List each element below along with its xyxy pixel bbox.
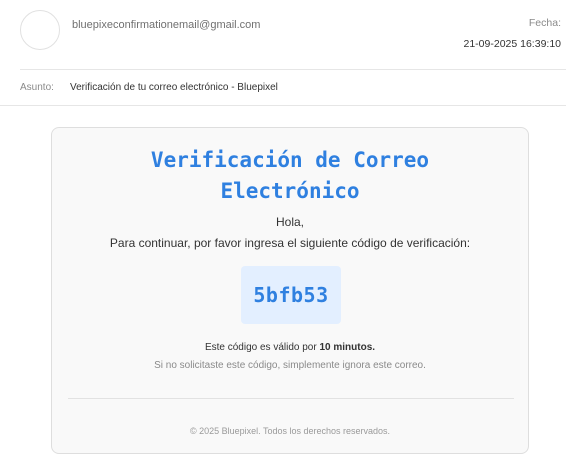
footer-copyright: © 2025 Bluepixel. Todos los derechos res… bbox=[189, 426, 391, 436]
verification-code[interactable]: 5bfb53 bbox=[253, 283, 328, 307]
email-title-line-2: Electrónico bbox=[220, 179, 360, 203]
verification-code-box[interactable]: 5bfb53 bbox=[241, 266, 341, 324]
subject-label: Asunto: bbox=[20, 82, 54, 93]
validity-text: Este código es válido por 10 minutos. bbox=[52, 342, 528, 353]
validity-prefix: Este código es válido por bbox=[204, 342, 320, 353]
validity-duration: 10 minutos. bbox=[319, 342, 376, 353]
greeting-text: Hola, bbox=[275, 215, 304, 229]
date-value: 21-09-2025 16:39:10 bbox=[463, 38, 562, 50]
ignore-note: Si no solicitaste este código, simplemen… bbox=[154, 360, 426, 371]
date-label: Fecha: bbox=[528, 17, 561, 29]
card-divider bbox=[68, 398, 514, 399]
subject-value: Verificación de tu correo electrónico - … bbox=[70, 82, 278, 93]
header-divider bbox=[20, 69, 566, 70]
email-body-card: Verificación de Correo Electrónico Hola,… bbox=[51, 127, 529, 454]
email-title: Verificación de Correo Electrónico bbox=[52, 145, 528, 207]
sender-avatar[interactable] bbox=[20, 10, 60, 50]
subject-divider bbox=[0, 105, 566, 106]
subject-row: Asunto: Verificación de tu correo electr… bbox=[0, 71, 566, 105]
email-header: bluepixeconfirmationemail@gmail.com Fech… bbox=[0, 0, 566, 70]
sender-email[interactable]: bluepixeconfirmationemail@gmail.com bbox=[72, 19, 260, 31]
email-title-line-1: Verificación de Correo bbox=[150, 148, 430, 172]
instruction-text: Para continuar, por favor ingresa el sig… bbox=[109, 236, 471, 250]
